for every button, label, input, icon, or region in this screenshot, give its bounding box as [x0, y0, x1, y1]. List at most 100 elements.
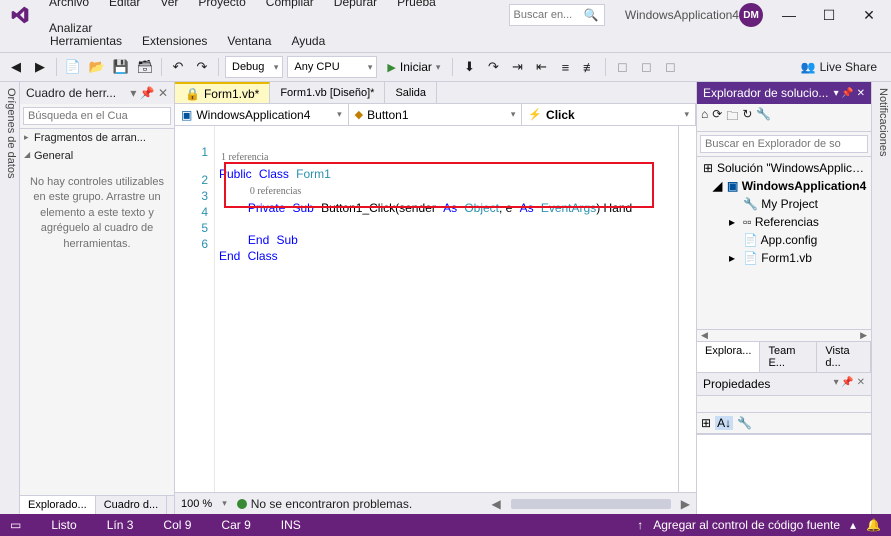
save-all-icon[interactable]: 🗃 [135, 57, 155, 77]
node-form1vb[interactable]: ▸📄 Form1.vb [697, 249, 871, 267]
properties-icon[interactable]: 🔧 [756, 107, 771, 128]
tab-team-explorer[interactable]: Team E... [760, 342, 817, 372]
solution-explorer-header: Explorador de solucio... ▾ 📌 ✕ [697, 82, 871, 104]
step-icon[interactable]: ⬇ [459, 57, 479, 77]
redo-icon[interactable]: ↷ [192, 57, 212, 77]
bookmark-icon[interactable]: ◻ [612, 57, 632, 77]
minimize-button[interactable]: — [775, 5, 803, 25]
vb-icon: ▣ [181, 108, 192, 122]
liveshare-button[interactable]: 👥 Live Share [793, 60, 885, 74]
toolbox-empty-message: No hay controles utilizables en este gru… [20, 165, 174, 262]
nav-fwd-icon[interactable]: ▶ [30, 57, 50, 77]
title-search[interactable]: 🔍 [509, 4, 605, 26]
status-line: Lín 3 [107, 518, 134, 532]
tab-toolbox[interactable]: Cuadro d... [96, 496, 167, 514]
menu-compilar[interactable]: Compilar [258, 0, 322, 13]
menu-prueba[interactable]: Prueba [389, 0, 444, 13]
play-icon: ▶ [387, 61, 395, 74]
comment-icon[interactable]: ≡ [555, 57, 575, 77]
split-gutter[interactable] [678, 126, 696, 492]
platform-combo[interactable]: Any CPU [287, 56, 377, 78]
error-status[interactable]: No se encontraron problemas. [237, 497, 412, 511]
node-myproject[interactable]: 🔧 My Project [697, 195, 871, 213]
props-wrench-icon[interactable]: 🔧 [737, 416, 752, 430]
solution-root[interactable]: ⊞Solución "WindowsApplicatio [697, 159, 871, 177]
save-icon[interactable]: 💾 [111, 57, 131, 77]
solution-explorer-title: Explorador de solucio... [703, 86, 828, 100]
ok-status-icon [237, 499, 247, 509]
zoom-level[interactable]: 100 % [181, 498, 212, 510]
new-file-icon[interactable]: 📄 [63, 57, 83, 77]
tab-server-explorer[interactable]: Explorado... [20, 496, 96, 514]
menu-editar[interactable]: Editar [101, 0, 148, 13]
categorize-icon[interactable]: ⊞ [701, 416, 711, 430]
right-siderail-notifications[interactable]: Notificaciones [871, 82, 891, 514]
refresh-icon[interactable]: ↻ [742, 107, 752, 128]
menu-ayuda[interactable]: Ayuda [283, 30, 333, 52]
horizontal-scrollbar[interactable] [511, 499, 671, 509]
project-node[interactable]: ◢▣ WindowsApplication4 [697, 177, 871, 195]
user-avatar[interactable]: DM [739, 3, 763, 27]
undo-icon[interactable]: ↶ [168, 57, 188, 77]
doc-tab-form1-design[interactable]: Form1.vb [Diseño]* [270, 82, 385, 103]
code-editor[interactable]: 1 referencia Public Class Form1 0 refere… [215, 126, 678, 492]
menu-ver[interactable]: Ver [152, 0, 186, 13]
step-over-icon[interactable]: ↷ [483, 57, 503, 77]
menu-depurar[interactable]: Depurar [326, 0, 385, 13]
hscroll-right-icon[interactable]: ▶ [681, 497, 690, 511]
prev-bookmark-icon[interactable]: ◻ [660, 57, 680, 77]
run-button[interactable]: ▶ Iniciar ▾ [381, 56, 446, 78]
notifications-icon[interactable]: 🔔 [866, 518, 881, 532]
nav-member-combo[interactable]: ◆ Button1 [349, 104, 523, 125]
pin-icon[interactable]: ▾ 📌 ✕ [130, 86, 168, 100]
nav-event-combo[interactable]: ⚡ Click [522, 104, 696, 125]
left-siderail-datasources[interactable]: Orígenes de datos [0, 82, 20, 514]
tab-solution-explorer[interactable]: Explora... [697, 342, 760, 372]
outdent-icon[interactable]: ⇤ [531, 57, 551, 77]
source-control-button[interactable]: Agregar al control de código fuente [653, 518, 840, 532]
node-appconfig[interactable]: 📄 App.config [697, 231, 871, 249]
hscroll[interactable]: ◀▶ [697, 329, 871, 341]
close-button[interactable]: ✕ [855, 5, 883, 25]
lock-icon: 🔒 [185, 87, 200, 101]
node-references[interactable]: ▸▫▫ Referencias [697, 213, 871, 231]
nav-member-label: Button1 [367, 108, 408, 122]
config-combo[interactable]: Debug [225, 56, 283, 78]
collapse-icon[interactable]: ⟳ [712, 107, 722, 128]
menu-proyecto[interactable]: Proyecto [190, 0, 253, 13]
title-search-input[interactable] [514, 9, 584, 21]
chevron-up-icon[interactable]: ▴ [850, 518, 856, 532]
properties-object-combo[interactable] [697, 395, 871, 413]
nav-back-icon[interactable]: ◀ [6, 57, 26, 77]
toolbox-group-fragments[interactable]: Fragmentos de arran... [20, 129, 174, 147]
menu-archivo[interactable]: Archivo [41, 0, 97, 13]
open-icon[interactable]: 📂 [87, 57, 107, 77]
codelens-ref0[interactable]: 0 referencias [248, 186, 301, 197]
toolbox-group-general[interactable]: General [20, 147, 174, 165]
uncomment-icon[interactable]: ≢ [579, 57, 599, 77]
next-bookmark-icon[interactable]: ◻ [636, 57, 656, 77]
toolbox-search-input[interactable] [23, 107, 171, 125]
menu-extensiones[interactable]: Extensiones [134, 30, 215, 52]
nav-scope-label: WindowsApplication4 [196, 108, 310, 122]
codelens-ref1[interactable]: 1 referencia [219, 152, 268, 163]
doc-tab-output[interactable]: Salida [385, 82, 437, 103]
field-icon: ◆ [355, 108, 363, 121]
doc-tab-form1-vb[interactable]: 🔒 Form1.vb* [175, 82, 270, 103]
noproblems-label: No se encontraron problemas. [251, 497, 412, 511]
menu-ventana[interactable]: Ventana [219, 30, 279, 52]
indent-icon[interactable]: ⇥ [507, 57, 527, 77]
solution-search-input[interactable] [700, 135, 868, 153]
home-icon[interactable]: ⌂ [701, 107, 708, 128]
status-bar: ▭ Listo Lín 3 Col 9 Car 9 INS ↑ Agregar … [0, 514, 891, 536]
nav-scope-combo[interactable]: ▣ WindowsApplication4 [175, 104, 349, 125]
hscroll-left-icon[interactable]: ◀ [492, 497, 501, 511]
vs-logo [8, 3, 31, 27]
status-col: Col 9 [163, 518, 191, 532]
show-all-icon[interactable]: 🗀 [726, 107, 738, 128]
alphabetical-icon[interactable]: A↓ [715, 416, 733, 430]
properties-grid[interactable] [697, 434, 871, 514]
maximize-button[interactable]: ☐ [815, 5, 843, 25]
menu-herramientas[interactable]: Herramientas [42, 30, 130, 52]
tab-class-view[interactable]: Vista d... [817, 342, 871, 372]
